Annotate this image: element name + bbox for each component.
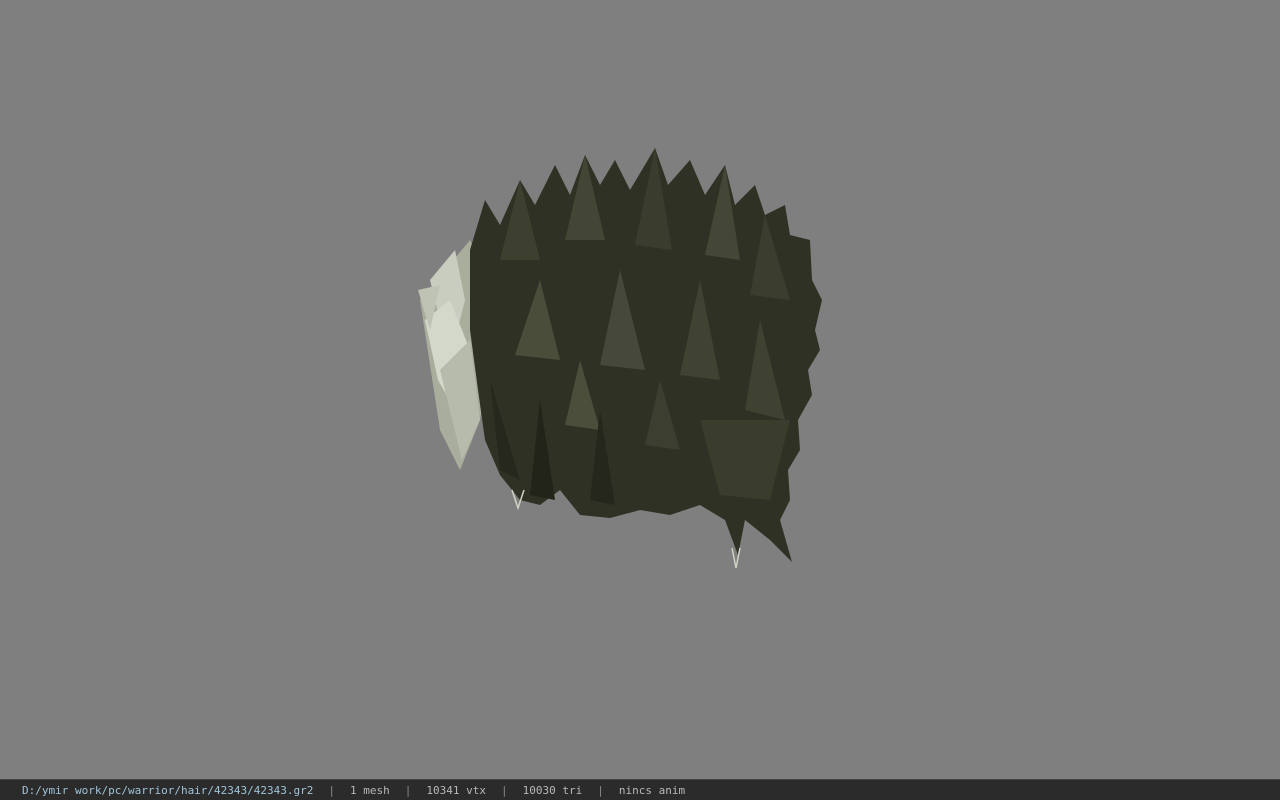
status-separator: |: [404, 783, 412, 797]
status-separator: |: [597, 783, 604, 797]
status-separator: |: [501, 783, 508, 797]
status-bar: D:/ymir work/pc/warrior/hair/42343/42343…: [0, 779, 1280, 800]
hair-model-render[interactable]: [0, 0, 1280, 779]
3d-viewport[interactable]: [0, 0, 1280, 779]
status-separator: |: [328, 783, 336, 797]
mesh-count-label: 1 mesh: [350, 783, 390, 797]
file-path-label: D:/ymir work/pc/warrior/hair/42343/42343…: [22, 783, 314, 797]
hair-main-mass: [470, 148, 822, 562]
triangle-count-label: 10030 tri: [522, 783, 583, 797]
vertex-count-label: 10341 vtx: [426, 783, 487, 797]
animation-info-label: nincs anim: [618, 783, 686, 797]
